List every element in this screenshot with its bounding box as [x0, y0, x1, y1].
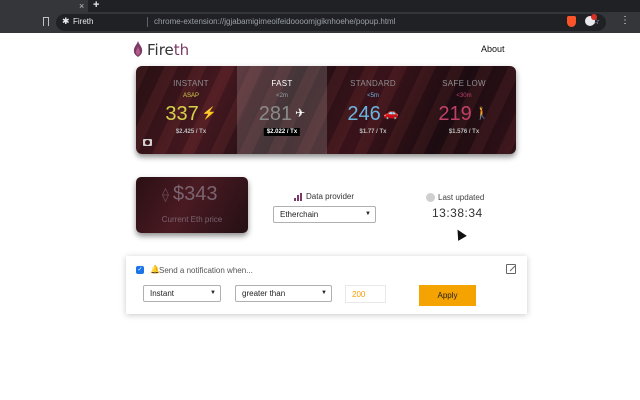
speed-safe-low[interactable]: SAFE LOW <30m 219 🚶 $1.576 / Tx	[419, 66, 509, 154]
new-tab-button[interactable]: +	[93, 0, 99, 12]
last-updated-label: Last updated	[438, 193, 485, 202]
speed-select-value: Instant	[150, 289, 175, 298]
refresh-timer-icon	[426, 193, 435, 202]
address-bar[interactable]: ✱ Fireth chrome-extension://jgjabamigime…	[56, 14, 606, 31]
speed-price: $2.425 / Tx	[175, 129, 207, 135]
data-provider-label: Data provider	[306, 192, 355, 201]
notification-dot-icon	[591, 14, 597, 20]
ethereum-icon: ⟠	[162, 186, 169, 202]
gas-speeds-panel: INSTANT ASAP 337 ⚡ $2.425 / Tx FAST <2m 2…	[136, 66, 516, 154]
browser-tabstrip: × +	[0, 0, 640, 12]
speed-instant[interactable]: INSTANT ASAP 337 ⚡ $2.425 / Tx	[146, 66, 236, 154]
browser-menu-icon[interactable]: ⋮	[620, 15, 630, 26]
speed-fast[interactable]: FAST <2m 281 ✈ $2.022 / Tx	[237, 66, 327, 154]
speed-gwei: 246	[347, 103, 381, 125]
speed-time: <5m	[367, 93, 379, 99]
notification-title: Send a notification when...	[159, 266, 253, 275]
speed-value: 281 ✈	[237, 103, 327, 126]
site-name: Fireth	[73, 17, 94, 26]
tab-close-icon[interactable]: ×	[79, 0, 84, 12]
browser-tab[interactable]: ×	[0, 0, 88, 12]
speed-name: INSTANT	[173, 79, 209, 88]
eth-price-card: ⟠ $343 Current Eth price	[136, 177, 248, 233]
browser-toolbar: ✱ Fireth chrome-extension://jgjabamigime…	[0, 12, 640, 33]
speed-name: FAST	[271, 79, 293, 88]
data-provider-value: Etherchain	[280, 210, 319, 219]
eth-price-value: $343	[173, 183, 218, 205]
speed-value: 337 ⚡	[146, 103, 236, 126]
last-updated-time: 13:38:34	[432, 206, 483, 220]
comparison-select[interactable]: greater than ▼	[235, 285, 332, 302]
brand-accent: th	[173, 41, 190, 59]
chevron-down-icon: ▼	[210, 290, 216, 296]
speed-gwei: 281	[258, 103, 293, 125]
speed-price: $1.576 / Tx	[448, 129, 480, 135]
brave-shield-icon[interactable]	[567, 16, 576, 27]
brand-main: Fire	[147, 41, 174, 59]
mouse-cursor-icon	[453, 227, 467, 241]
speed-price: $2.022 / Tx	[263, 128, 301, 136]
speed-time: ASAP	[182, 93, 199, 99]
speed-value: 246 🚗	[328, 103, 418, 126]
bookmark-icon[interactable]	[43, 17, 49, 26]
speed-time: <2m	[276, 93, 288, 99]
extension-icon: ✱	[62, 16, 70, 26]
notification-checkbox[interactable]: ✓	[136, 266, 144, 274]
speed-time: <30m	[456, 93, 472, 99]
walking-icon: 🚶	[474, 106, 490, 120]
speed-price: $1.77 / Tx	[359, 129, 387, 135]
speed-gwei: 219	[438, 103, 472, 125]
url-text[interactable]: chrome-extension://jgjabamigimeoifeidooo…	[154, 17, 395, 26]
speed-name: STANDARD	[350, 79, 396, 88]
flame-logo-icon	[133, 41, 143, 57]
data-provider-select[interactable]: Etherchain ▼	[273, 206, 376, 223]
open-external-icon[interactable]	[506, 264, 516, 274]
bar-chart-icon	[294, 193, 303, 201]
address-separator	[147, 17, 148, 27]
chevron-down-icon: ▼	[321, 290, 327, 296]
brand-title: Fireth	[147, 41, 189, 59]
comparison-select-value: greater than	[242, 289, 286, 298]
lightning-icon: ⚡	[201, 106, 217, 120]
speed-select[interactable]: Instant ▼	[143, 285, 221, 302]
about-link[interactable]: About	[481, 44, 505, 54]
speed-name: SAFE LOW	[442, 79, 486, 88]
eth-price-label: Current Eth price	[161, 215, 223, 224]
notification-panel: ✓ 🔔 Send a notification when... Instant …	[126, 256, 527, 314]
apply-button[interactable]: Apply	[419, 285, 476, 306]
airplane-icon: ✈	[295, 106, 306, 120]
speed-gwei: 337	[165, 103, 199, 125]
speed-value: 219 🚶	[419, 103, 509, 126]
chevron-down-icon: ▼	[365, 211, 371, 217]
speed-standard[interactable]: STANDARD <5m 246 🚗 $1.77 / Tx	[328, 66, 418, 154]
camera-icon[interactable]	[143, 139, 152, 146]
threshold-input[interactable]: 200	[345, 285, 386, 303]
car-icon: 🚗	[383, 106, 399, 120]
